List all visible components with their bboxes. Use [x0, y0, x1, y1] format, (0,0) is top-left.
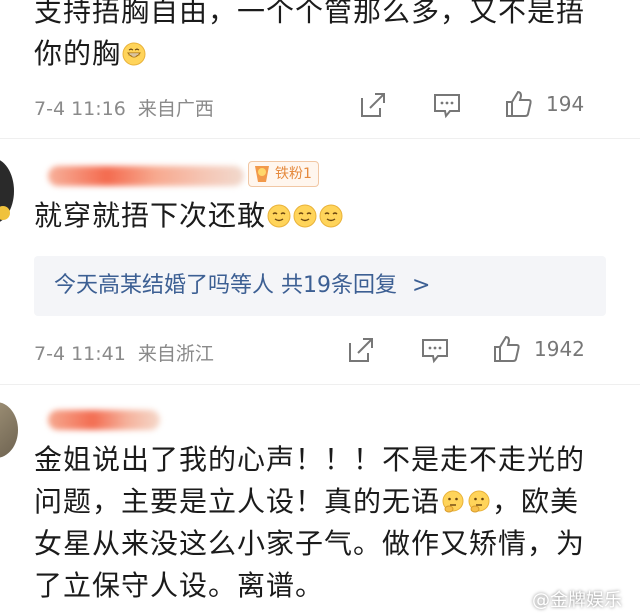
username-blurred[interactable] — [48, 166, 244, 186]
like-count: 194 — [546, 92, 585, 116]
smiling-face-icon — [267, 204, 291, 228]
fan-badge-label: 铁粉1 — [275, 166, 312, 182]
comment-1-text-line2-wrap: 你的胸 — [34, 34, 147, 74]
thinking-face-icon — [468, 490, 490, 513]
comment-3-text-line2-tail: ，欧美 — [492, 485, 580, 518]
comment-2-meta: 7-4 11:41 来自浙江 — [34, 339, 214, 366]
comment-3-text-line2-wrap: 问题，主要是立人设！真的无语 ，欧美 — [34, 482, 579, 522]
share-icon[interactable] — [346, 335, 376, 365]
comment-3-text-line4: 了立保守人设。离谱。 — [34, 569, 325, 602]
comment-3-text-line1: 金姐说出了我的心声！！！不是走不走光的 — [34, 443, 586, 476]
comment-date: 7-4 11:41 — [34, 343, 126, 365]
fan-badge: 铁粉1 — [248, 161, 319, 187]
reply-preview-box[interactable]: 今天高某结婚了吗等人 共19条回复 > — [34, 256, 606, 316]
fan-badge-icon — [255, 166, 269, 182]
comment-icon[interactable] — [432, 90, 462, 120]
reply-preview-text: 今天高某结婚了吗等人 共19条回复 — [54, 273, 397, 298]
comment-1-text-line1: 支持捂胸自由，一个个管那么多，又不是捂 — [34, 0, 586, 28]
smiling-face-icon — [293, 204, 317, 228]
share-icon[interactable] — [358, 90, 388, 120]
watermark: @金牌娱乐 — [532, 590, 622, 611]
like-count: 1942 — [534, 337, 585, 361]
chevron-right-icon: > — [412, 273, 431, 298]
comment-1-meta: 7-4 11:16 来自广西 — [34, 94, 214, 121]
comment-2-text: 就穿就捂下次还敢 — [34, 199, 267, 232]
username-blurred[interactable] — [48, 410, 160, 430]
avatar[interactable] — [0, 402, 18, 458]
comment-3-text-line2: 问题，主要是立人设！真的无语 — [34, 485, 441, 518]
verified-badge-icon — [0, 206, 10, 220]
thinking-face-icon — [442, 490, 464, 513]
reply-preview-link[interactable]: 今天高某结婚了吗等人 共19条回复 > — [34, 256, 606, 316]
comment-icon[interactable] — [420, 335, 450, 365]
divider — [0, 384, 640, 385]
grinning-face-icon — [122, 42, 146, 66]
comment-2-text-wrap: 就穿就捂下次还敢 — [34, 196, 344, 236]
divider — [0, 138, 640, 139]
like-icon[interactable] — [504, 89, 534, 119]
comment-location: 来自浙江 — [137, 343, 214, 365]
comment-3-text-line3: 女星从来没这么小家子气。做作又矫情，为 — [34, 527, 586, 560]
like-icon[interactable] — [492, 334, 522, 364]
smiling-face-icon — [319, 204, 343, 228]
comment-date: 7-4 11:16 — [34, 98, 126, 120]
comment-1-text-line2: 你的胸 — [34, 37, 122, 70]
comment-location: 来自广西 — [137, 98, 214, 120]
